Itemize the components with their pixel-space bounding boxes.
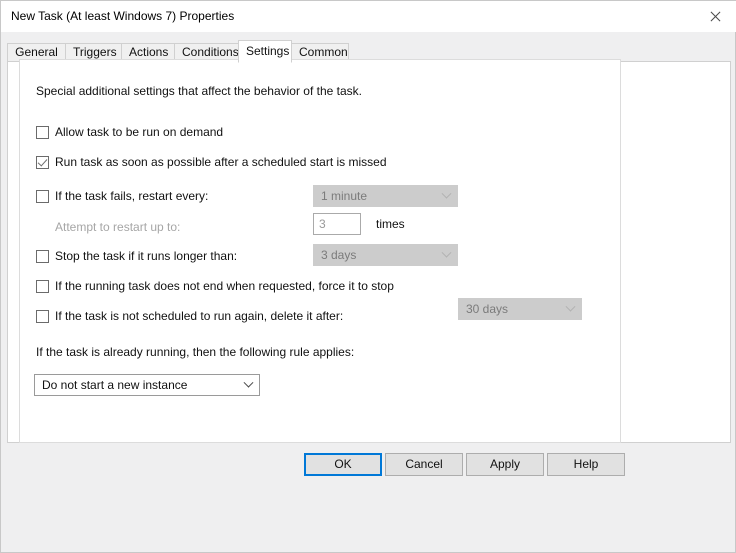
combo-stop-duration-value: 3 days [314, 248, 435, 262]
row-run-asap[interactable]: Run task as soon as possible after a sch… [36, 153, 387, 171]
chevron-down-icon [237, 382, 259, 389]
input-restart-attempts[interactable]: 3 [313, 213, 361, 235]
intro-text: Special additional settings that affect … [36, 84, 362, 98]
close-icon [709, 11, 720, 22]
title-bar: New Task (At least Windows 7) Properties [1, 1, 736, 32]
combo-already-running-rule-value: Do not start a new instance [35, 378, 237, 392]
combo-restart-interval-value: 1 minute [314, 189, 435, 203]
combo-already-running-rule[interactable]: Do not start a new instance [34, 374, 260, 396]
checkbox-force-stop[interactable] [36, 280, 49, 293]
combo-restart-interval[interactable]: 1 minute [313, 185, 458, 207]
label-run-asap: Run task as soon as possible after a sch… [55, 155, 387, 169]
checkbox-allow-on-demand[interactable] [36, 126, 49, 139]
chevron-down-icon [435, 193, 457, 200]
label-times-suffix: times [376, 217, 405, 231]
combo-stop-duration[interactable]: 3 days [313, 244, 458, 266]
checkbox-stop-if-longer[interactable] [36, 250, 49, 263]
label-restart-on-failure: If the task fails, restart every: [55, 189, 208, 203]
chevron-down-icon [559, 306, 581, 313]
chevron-down-icon [435, 252, 457, 259]
close-button[interactable] [691, 1, 736, 31]
label-delete-after: If the task is not scheduled to run agai… [55, 309, 343, 323]
label-already-running-rule: If the task is already running, then the… [36, 345, 354, 359]
label-allow-on-demand: Allow task to be run on demand [55, 125, 223, 139]
label-restart-attempts: Attempt to restart up to: [55, 220, 180, 234]
row-force-stop[interactable]: If the running task does not end when re… [36, 277, 394, 295]
combo-delete-after-duration[interactable]: 30 days [458, 298, 582, 320]
window-title: New Task (At least Windows 7) Properties [11, 9, 234, 23]
task-properties-dialog: New Task (At least Windows 7) Properties… [0, 0, 736, 553]
row-allow-on-demand[interactable]: Allow task to be run on demand [36, 123, 223, 141]
apply-button[interactable]: Apply [466, 453, 544, 476]
help-button[interactable]: Help [547, 453, 625, 476]
label-force-stop: If the running task does not end when re… [55, 279, 394, 293]
checkbox-restart-on-failure[interactable] [36, 190, 49, 203]
ok-button[interactable]: OK [304, 453, 382, 476]
row-stop-if-longer[interactable]: Stop the task if it runs longer than: [36, 247, 237, 265]
tab-settings[interactable]: Settings [238, 40, 292, 63]
row-restart-on-failure[interactable]: If the task fails, restart every: [36, 187, 208, 205]
label-stop-if-longer: Stop the task if it runs longer than: [55, 249, 237, 263]
checkbox-run-asap[interactable] [36, 156, 49, 169]
combo-delete-after-value: 30 days [459, 302, 559, 316]
cancel-button[interactable]: Cancel [385, 453, 463, 476]
row-delete-after[interactable]: If the task is not scheduled to run agai… [36, 307, 343, 325]
checkbox-delete-after[interactable] [36, 310, 49, 323]
